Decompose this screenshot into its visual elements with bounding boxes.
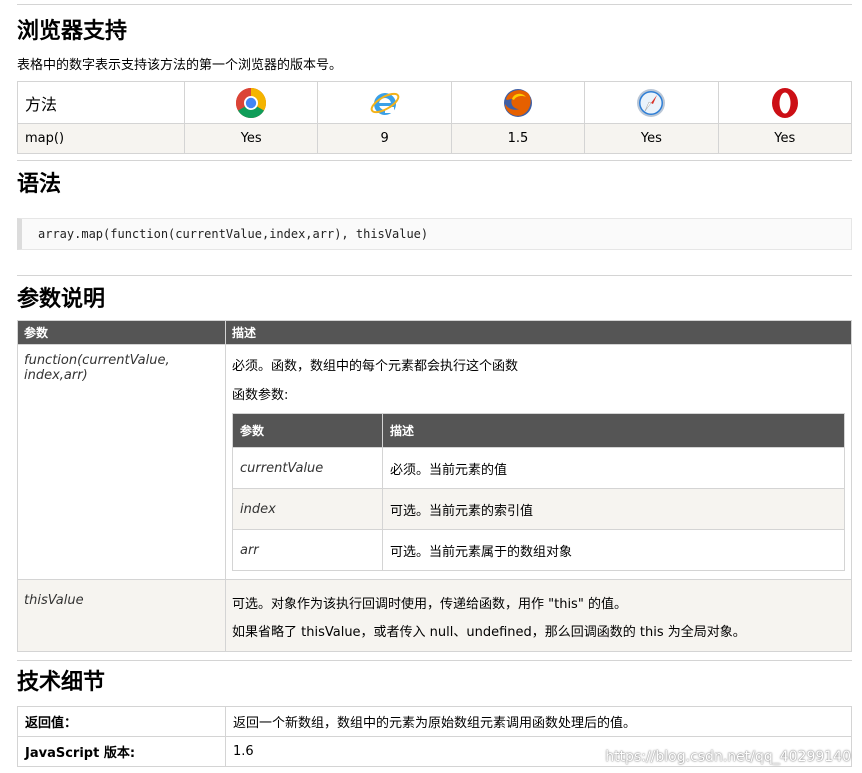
param-desc: 必须。函数，数组中的每个元素都会执行这个函数 函数参数: 参数 描述 curre… bbox=[225, 344, 852, 580]
browser-safari bbox=[584, 81, 719, 124]
divider bbox=[17, 275, 852, 276]
browser-version-row: map() Yes 9 1.5 Yes Yes bbox=[17, 123, 853, 154]
params-row-function: function(currentValue, index,arr) 必须。函数，… bbox=[17, 344, 852, 580]
browser-firefox bbox=[450, 81, 586, 124]
divider bbox=[17, 4, 852, 5]
version-safari: Yes bbox=[584, 123, 719, 154]
param-name: function(currentValue, index,arr) bbox=[17, 344, 226, 580]
safari-icon bbox=[635, 87, 667, 119]
version-ie: 9 bbox=[317, 123, 452, 154]
section-title-browser-support: 浏览器支持 bbox=[17, 19, 128, 44]
syntax-code-block: array.map(function(currentValue,index,ar… bbox=[17, 218, 852, 250]
inner-row: index 可选。当前元素的索引值 bbox=[232, 488, 845, 530]
browser-support-description: 表格中的数字表示支持该方法的第一个浏览器的版本号。 bbox=[17, 58, 343, 73]
browser-chrome bbox=[183, 81, 319, 124]
section-title-syntax: 语法 bbox=[17, 172, 62, 197]
param-name: thisValue bbox=[17, 579, 226, 652]
divider bbox=[17, 160, 852, 161]
inner-desc: 可选。当前元素属于的数组对象 bbox=[382, 529, 845, 571]
opera-icon bbox=[769, 87, 801, 119]
params-row-thisvalue: thisValue 可选。对象作为该执行回调时使用，传递给函数，用作 "this… bbox=[17, 579, 852, 652]
browser-opera bbox=[717, 81, 853, 124]
params-col-param: 参数 bbox=[17, 320, 226, 345]
tech-row: 返回值： 返回一个新数组，数组中的元素为原始数组元素调用函数处理后的值。 bbox=[17, 706, 852, 737]
chrome-icon bbox=[235, 87, 267, 119]
param-desc-line: 必须。函数，数组中的每个元素都会执行这个函数 bbox=[232, 359, 519, 374]
inner-param: currentValue bbox=[232, 447, 383, 489]
method-header: 方法 bbox=[17, 81, 185, 124]
inner-param: arr bbox=[232, 529, 383, 571]
inner-row: currentValue 必须。当前元素的值 bbox=[232, 447, 845, 489]
internet-explorer-icon bbox=[369, 87, 401, 119]
inner-col-desc: 描述 bbox=[382, 413, 845, 448]
params-header-row: 参数 描述 bbox=[17, 320, 852, 345]
tech-key: 返回值： bbox=[17, 706, 226, 737]
browser-support-table: 方法 map() Yes 9 1.5 Yes Yes bbox=[17, 81, 853, 154]
version-firefox: 1.5 bbox=[450, 123, 586, 154]
watermark-text: https://blog.csdn.net/qq_40299140 bbox=[605, 749, 851, 765]
firefox-icon bbox=[502, 87, 534, 119]
divider bbox=[17, 660, 852, 661]
inner-header-row: 参数 描述 bbox=[232, 413, 845, 448]
section-title-tech: 技术细节 bbox=[17, 670, 106, 695]
method-name: map() bbox=[17, 123, 185, 154]
version-opera: Yes bbox=[717, 123, 853, 154]
inner-desc: 必须。当前元素的值 bbox=[382, 447, 845, 489]
tech-value: 返回一个新数组，数组中的元素为原始数组元素调用函数处理后的值。 bbox=[225, 706, 852, 737]
params-table: 参数 描述 function(currentValue, index,arr) … bbox=[17, 320, 852, 652]
browser-header-row: 方法 bbox=[17, 81, 853, 124]
inner-desc: 可选。当前元素的索引值 bbox=[382, 488, 845, 530]
inner-col-param: 参数 bbox=[232, 413, 383, 448]
browser-ie bbox=[317, 81, 452, 124]
inner-row: arr 可选。当前元素属于的数组对象 bbox=[232, 529, 845, 571]
param-desc-line: 函数参数: bbox=[232, 388, 289, 403]
param-desc: 可选。对象作为该执行回调时使用，传递给函数，用作 "this" 的值。 如果省略… bbox=[225, 579, 852, 652]
tech-key: JavaScript 版本: bbox=[17, 736, 226, 767]
params-col-desc: 描述 bbox=[225, 320, 852, 345]
param-desc-line: 如果省略了 thisValue，或者传入 null、undefined，那么回调… bbox=[232, 625, 746, 640]
param-desc-line: 可选。对象作为该执行回调时使用，传递给函数，用作 "this" 的值。 bbox=[232, 597, 627, 612]
function-params-table: 参数 描述 currentValue 必须。当前元素的值 index 可选。当前… bbox=[232, 413, 845, 571]
version-chrome: Yes bbox=[183, 123, 319, 154]
inner-param: index bbox=[232, 488, 383, 530]
section-title-params: 参数说明 bbox=[17, 287, 106, 312]
